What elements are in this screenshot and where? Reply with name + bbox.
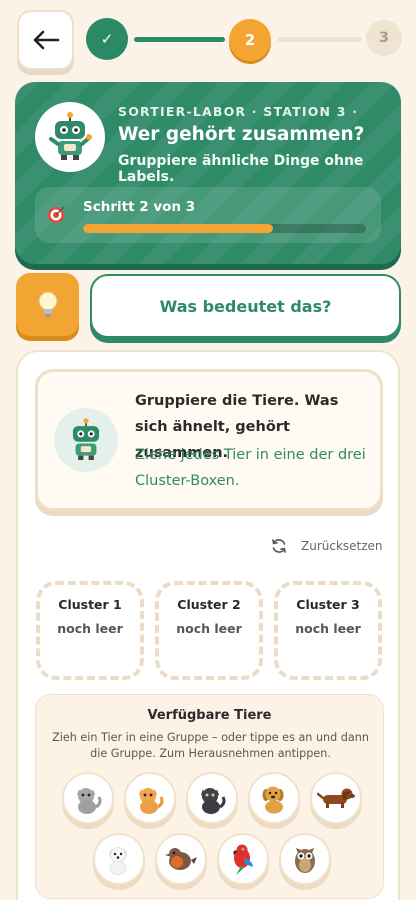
puppy-icon (262, 786, 284, 814)
reset-button[interactable]: Zurücksetzen (271, 538, 383, 554)
step-progress-box: Schritt 2 von 3 (35, 187, 381, 243)
animal-token-parrot[interactable] (217, 833, 269, 885)
what-does-it-mean-button[interactable]: Was bedeutet das? (90, 274, 401, 338)
robin-icon (165, 848, 197, 870)
station-subtitle: Gruppiere ähnliche Dinge ohne Labels. (118, 153, 364, 185)
cluster-title: Cluster 3 (296, 597, 360, 612)
cluster-box-2[interactable]: Cluster 2 noch leer (155, 581, 263, 680)
animal-token-owl[interactable] (279, 833, 331, 885)
robot-avatar (35, 102, 105, 172)
animal-token-gray-cat[interactable] (62, 772, 114, 824)
cluster-status: noch leer (176, 621, 242, 636)
step-1-label: ✓ (100, 30, 114, 48)
step-2-label: 2 (244, 31, 256, 49)
animal-token-orange-cat[interactable] (124, 772, 176, 824)
step-progress-fill (83, 224, 273, 233)
animal-token-black-cat[interactable] (186, 772, 238, 824)
station-hero-card: SORTIER-LABOR · STATION 3 · Wer gehört z… (15, 82, 401, 264)
black-cat-icon (201, 788, 226, 814)
step-3-indicator: 3 (366, 20, 402, 56)
lightbulb-icon (37, 290, 58, 317)
target-icon (48, 206, 65, 223)
reset-label: Zurücksetzen (301, 539, 383, 553)
cluster-box-3[interactable]: Cluster 3 noch leer (274, 581, 382, 680)
step-2-indicator: 2 (229, 19, 271, 61)
animal-token-dachshund[interactable] (310, 772, 362, 824)
task-instruction-card: Gruppiere die Tiere. Was sich ähnelt, ge… (35, 369, 383, 511)
orange-cat-icon (139, 788, 164, 814)
step-1-indicator: ✓ (86, 18, 128, 60)
gray-cat-icon (77, 788, 102, 814)
owl-icon (295, 848, 315, 873)
step-3-label: 3 (379, 30, 389, 46)
cluster-title: Cluster 1 (58, 597, 122, 612)
animal-token-white-dog[interactable] (93, 833, 145, 885)
pool-instructions: Zieh ein Tier in eine Gruppe – oder tipp… (52, 731, 369, 760)
robot-icon (72, 418, 100, 460)
station-eyebrow: SORTIER-LABOR · STATION 3 · (118, 104, 359, 119)
task-hint: Ziehe jedes Tier in eine der drei Cluste… (135, 447, 366, 489)
task-panel: Gruppiere die Tiere. Was sich ähnelt, ge… (16, 350, 400, 900)
available-animals-pool: Verfügbare Tiere Zieh ein Tier in eine G… (35, 694, 384, 899)
robot-icon (49, 112, 92, 160)
refresh-icon (272, 539, 286, 553)
back-button[interactable] (17, 10, 74, 70)
step-connector-1 (134, 37, 225, 42)
station-title: Wer gehört zusammen? (118, 124, 365, 145)
step-progress-bar (83, 224, 366, 233)
pool-title: Verfügbare Tiere (147, 708, 272, 723)
cluster-box-1[interactable]: Cluster 1 noch leer (36, 581, 144, 680)
step-connector-2 (277, 37, 362, 42)
robot-avatar-small (54, 408, 118, 472)
cluster-title: Cluster 2 (177, 597, 241, 612)
cluster-status: noch leer (295, 621, 361, 636)
white-dog-icon (109, 847, 127, 875)
step-progress-label: Schritt 2 von 3 (83, 199, 196, 215)
animal-token-puppy[interactable] (248, 772, 300, 824)
cluster-status: noch leer (57, 621, 123, 636)
hint-button[interactable] (16, 273, 79, 336)
parrot-icon (233, 844, 253, 875)
animal-token-robin[interactable] (155, 833, 207, 885)
dachshund-icon (317, 788, 355, 808)
arrow-left-icon (33, 30, 59, 50)
